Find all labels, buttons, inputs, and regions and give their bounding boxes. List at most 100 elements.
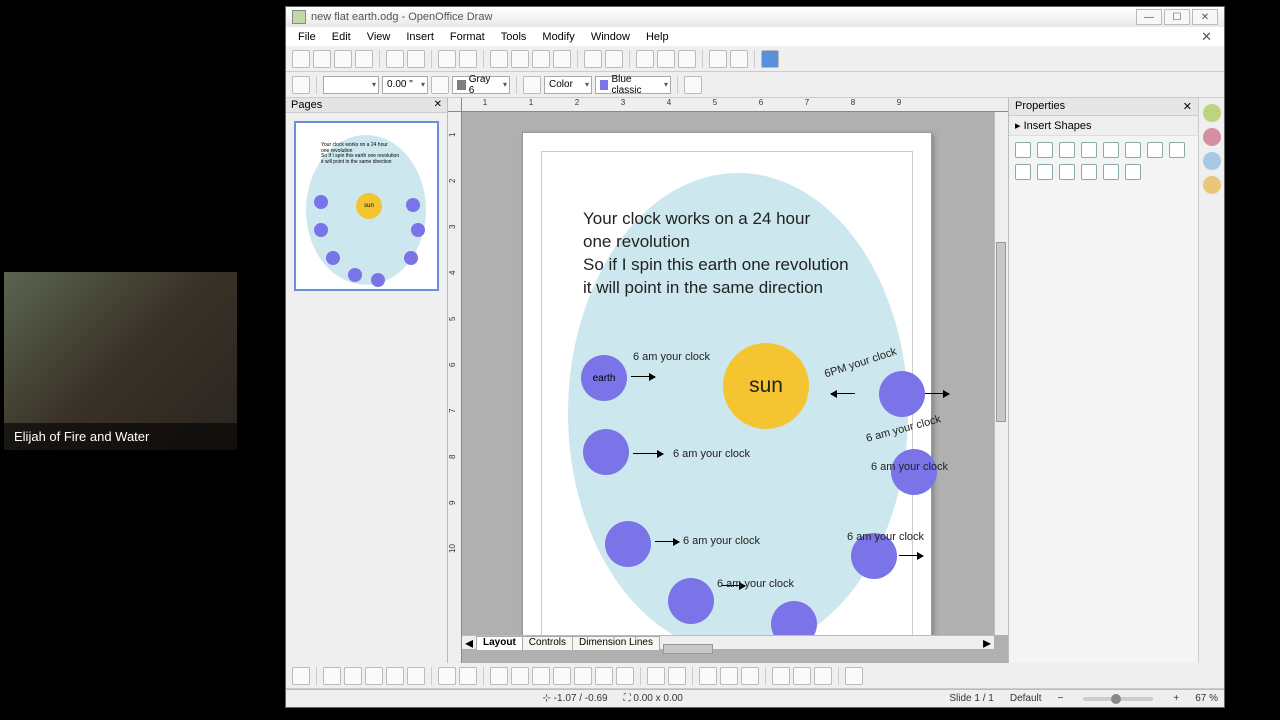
chart-icon[interactable] — [636, 50, 654, 68]
menu-edit[interactable]: Edit — [324, 29, 359, 45]
drawing-viewport[interactable]: Your clock works on a 24 hour one revolu… — [462, 112, 994, 635]
arrow-right-6[interactable] — [925, 393, 949, 394]
arrow-icon[interactable] — [344, 667, 362, 685]
shadow-icon[interactable] — [684, 76, 702, 94]
arrow-3[interactable] — [655, 541, 679, 542]
close-properties-icon[interactable]: ✕ — [1183, 100, 1192, 113]
brush-icon[interactable] — [553, 50, 571, 68]
zoom-slider[interactable] — [1083, 697, 1153, 701]
arrow-style-icon[interactable] — [292, 76, 310, 94]
earth-shape-2[interactable] — [583, 429, 629, 475]
close-pages-icon[interactable]: ✕ — [434, 99, 442, 111]
area-icon[interactable] — [523, 76, 541, 94]
menu-modify[interactable]: Modify — [534, 29, 582, 45]
arrow-left-6[interactable] — [831, 393, 855, 394]
menu-help[interactable]: Help — [638, 29, 677, 45]
flowchart2-icon[interactable] — [574, 667, 592, 685]
print-icon[interactable] — [407, 50, 425, 68]
align-icon[interactable] — [793, 667, 811, 685]
symbols2-icon[interactable] — [532, 667, 550, 685]
text-tool-icon[interactable] — [1103, 142, 1119, 158]
clock-label-8[interactable]: 6 am your clock — [847, 531, 924, 543]
select-tool-icon[interactable] — [292, 667, 310, 685]
pdf-icon[interactable] — [386, 50, 404, 68]
vertical-scrollbar[interactable] — [994, 112, 1008, 635]
arrow-1[interactable] — [631, 376, 655, 377]
page[interactable]: Your clock works on a 24 hour one revolu… — [522, 132, 932, 635]
undo-icon[interactable] — [584, 50, 602, 68]
arrow-tool-icon[interactable] — [1037, 142, 1053, 158]
curve2-icon[interactable] — [438, 667, 456, 685]
menu-file[interactable]: File — [290, 29, 324, 45]
stars2-icon[interactable] — [616, 667, 634, 685]
clock-label-7[interactable]: 6 am your clock — [871, 461, 948, 473]
extrusion-icon[interactable] — [845, 667, 863, 685]
curve-tool-icon[interactable] — [1125, 142, 1141, 158]
fontwork-icon[interactable] — [699, 667, 717, 685]
menu-view[interactable]: View — [359, 29, 399, 45]
earth-shape-3[interactable] — [605, 521, 651, 567]
page-thumbnail-1[interactable]: 1 sun Your clock works on a 24 hourone r… — [294, 121, 439, 291]
explanation-text[interactable]: Your clock works on a 24 hour one revolu… — [583, 208, 913, 300]
page-style[interactable]: Default — [1010, 693, 1042, 704]
slide-indicator[interactable]: Slide 1 / 1 — [949, 693, 993, 704]
horizontal-scrollbar[interactable]: ◂ Layout Controls Dimension Lines ▸ — [462, 635, 994, 649]
clock-label-4[interactable]: 6 am your clock — [717, 578, 794, 590]
callout-icon[interactable] — [1081, 164, 1097, 180]
symbol-shapes-icon[interactable] — [1015, 164, 1031, 180]
redo-icon[interactable] — [605, 50, 623, 68]
horizontal-ruler[interactable]: 1123456789 — [462, 98, 1008, 112]
sidebar-styles-icon[interactable] — [1203, 128, 1221, 146]
line-color-combo[interactable]: Gray 6 — [452, 76, 510, 94]
connector-tool-icon[interactable] — [1147, 142, 1163, 158]
menu-window[interactable]: Window — [583, 29, 638, 45]
paste-icon[interactable] — [532, 50, 550, 68]
text-icon[interactable] — [407, 667, 425, 685]
earth-shape-4[interactable] — [668, 578, 714, 624]
menu-insert[interactable]: Insert — [398, 29, 442, 45]
sidebar-properties-icon[interactable] — [1203, 104, 1221, 122]
close-button[interactable]: ✕ — [1192, 9, 1218, 25]
block-arrows-icon[interactable] — [1037, 164, 1053, 180]
table-icon[interactable] — [678, 50, 696, 68]
help-icon[interactable] — [761, 50, 779, 68]
basic-shapes-icon[interactable] — [1169, 142, 1185, 158]
earth-shape-1[interactable]: earth — [581, 355, 627, 401]
more-shapes-icon[interactable] — [1125, 164, 1141, 180]
rotate-icon[interactable] — [772, 667, 790, 685]
fromfile-icon[interactable] — [720, 667, 738, 685]
zoom-out-icon[interactable]: − — [1058, 693, 1064, 704]
open-icon[interactable] — [313, 50, 331, 68]
cut-icon[interactable] — [490, 50, 508, 68]
hyperlink-icon[interactable] — [657, 50, 675, 68]
zoom-icon[interactable] — [730, 50, 748, 68]
minimize-button[interactable]: — — [1136, 9, 1162, 25]
zoom-value[interactable]: 67 % — [1195, 693, 1218, 704]
line-style-combo[interactable] — [323, 76, 379, 94]
mail-icon[interactable] — [355, 50, 373, 68]
save-icon[interactable] — [334, 50, 352, 68]
fill-type-combo[interactable]: Color — [544, 76, 592, 94]
earth-shape-6[interactable] — [879, 371, 925, 417]
titlebar[interactable]: new flat earth.odg - OpenOffice Draw — ☐… — [286, 7, 1224, 27]
arrow-2[interactable] — [633, 453, 663, 454]
line-tool-icon[interactable] — [1015, 142, 1031, 158]
new-icon[interactable] — [292, 50, 310, 68]
menu-tools[interactable]: Tools — [493, 29, 535, 45]
zoom-in-icon[interactable]: + — [1173, 693, 1179, 704]
close-doc-icon[interactable]: ✕ — [1193, 27, 1220, 47]
arrange-icon[interactable] — [814, 667, 832, 685]
gallery-icon[interactable] — [741, 667, 759, 685]
line-width-spin-icon[interactable] — [431, 76, 449, 94]
rectangle-icon[interactable] — [365, 667, 383, 685]
tab-dimension[interactable]: Dimension Lines — [572, 636, 660, 650]
clock-label-1[interactable]: 6 am your clock — [633, 351, 710, 363]
ellipse-icon[interactable] — [386, 667, 404, 685]
spellcheck-icon[interactable] — [438, 50, 456, 68]
3d-icon[interactable] — [490, 667, 508, 685]
navigator-icon[interactable] — [709, 50, 727, 68]
line-icon[interactable] — [323, 667, 341, 685]
fill-color-combo[interactable]: Blue classic — [595, 76, 671, 94]
sidebar-gallery-icon[interactable] — [1203, 152, 1221, 170]
ellipse-tool-icon[interactable] — [1081, 142, 1097, 158]
